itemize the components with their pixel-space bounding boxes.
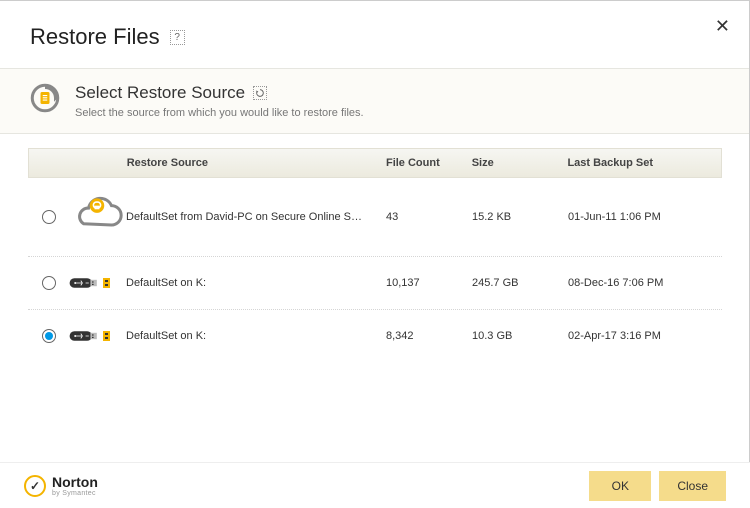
usb-drive-icon xyxy=(68,328,126,344)
table-row[interactable]: DefaultSet on K:8,34210.3 GB02-Apr-17 3:… xyxy=(28,310,722,362)
check-icon xyxy=(24,475,46,497)
cloud-storage-icon xyxy=(68,196,126,238)
file-count-value: 8,342 xyxy=(386,330,472,342)
help-icon[interactable]: ? xyxy=(170,30,185,45)
title-bar: Restore Files ? xyxy=(0,2,750,68)
section-title: Select Restore Source xyxy=(75,83,245,103)
section-subtitle: Select the source from which you would l… xyxy=(75,107,364,119)
last-backup-value: 01-Jun-11 1:06 PM xyxy=(568,211,722,223)
footer: Norton by Symantec OK Close xyxy=(0,462,750,508)
ok-button[interactable]: OK xyxy=(589,471,651,501)
file-count-value: 43 xyxy=(386,211,472,223)
size-value: 10.3 GB xyxy=(472,330,568,342)
restore-source-name: DefaultSet on K: xyxy=(126,277,386,289)
table-row[interactable]: DefaultSet from David-PC on Secure Onlin… xyxy=(28,178,722,257)
restore-source-name: DefaultSet on K: xyxy=(126,330,386,342)
restore-source-icon xyxy=(30,83,60,119)
brand-byline: by Symantec xyxy=(52,490,98,497)
usb-drive-icon xyxy=(68,275,126,291)
col-file-count: File Count xyxy=(386,157,472,169)
restore-source-name: DefaultSet from David-PC on Secure Onlin… xyxy=(126,211,386,223)
size-value: 245.7 GB xyxy=(472,277,568,289)
refresh-icon[interactable] xyxy=(253,86,267,100)
col-last-backup: Last Backup Set xyxy=(567,157,721,169)
file-count-value: 10,137 xyxy=(386,277,472,289)
norton-logo: Norton by Symantec xyxy=(24,475,98,497)
table-header: Restore Source File Count Size Last Back… xyxy=(28,148,722,178)
page-title: Restore Files xyxy=(30,24,160,50)
last-backup-value: 08-Dec-16 7:06 PM xyxy=(568,277,722,289)
last-backup-value: 02-Apr-17 3:16 PM xyxy=(568,330,722,342)
table-row[interactable]: DefaultSet on K:10,137245.7 GB08-Dec-16 … xyxy=(28,257,722,310)
row-radio[interactable] xyxy=(42,329,56,343)
restore-source-table: Restore Source File Count Size Last Back… xyxy=(28,148,722,362)
row-radio[interactable] xyxy=(42,210,56,224)
row-radio[interactable] xyxy=(42,276,56,290)
size-value: 15.2 KB xyxy=(472,211,568,223)
col-size: Size xyxy=(472,157,568,169)
close-button[interactable]: Close xyxy=(659,471,726,501)
col-restore-source: Restore Source xyxy=(127,157,386,169)
close-icon[interactable]: ✕ xyxy=(715,16,730,37)
brand-name: Norton xyxy=(52,475,98,489)
section-header: Select Restore Source Select the source … xyxy=(0,68,750,134)
